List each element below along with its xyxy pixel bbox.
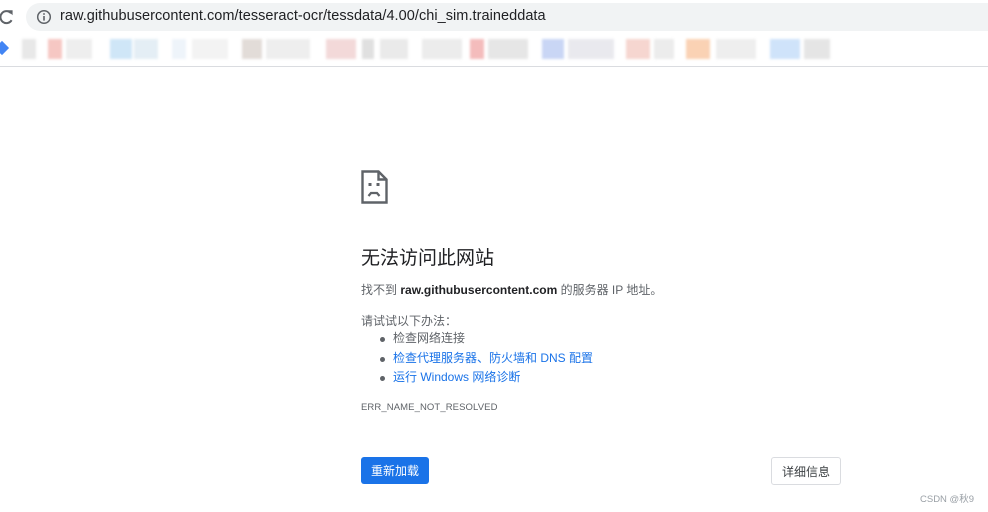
bookmark-item[interactable] [108,39,162,59]
desc-host: raw.githubusercontent.com [400,283,558,297]
sad-document-icon [361,170,388,204]
suggestions-list: 检查网络连接 检查代理服务器、防火墙和 DNS 配置 运行 Windows 网络… [361,329,593,388]
check-proxy-link[interactable]: 检查代理服务器、防火墙和 DNS 配置 [393,351,593,365]
bullet-dot [380,376,385,381]
suggestion-check-network: 检查网络连接 [361,329,593,349]
run-diagnostics-link[interactable]: 运行 Windows 网络诊断 [393,370,520,384]
error-code: ERR_NAME_NOT_RESOLVED [361,402,498,413]
toolbar-divider [0,66,988,67]
reload-button[interactable]: 重新加载 [361,457,429,484]
bookmark-item[interactable] [626,39,676,59]
watermark: CSDN @秋9 [920,494,974,505]
bookmark-item[interactable] [172,39,232,59]
bookmark-item[interactable] [542,39,616,59]
bookmark-item[interactable] [422,39,530,59]
details-button[interactable]: 详细信息 [771,457,841,485]
suggestion-check-proxy[interactable]: 检查代理服务器、防火墙和 DNS 配置 [361,349,593,369]
error-heading: 无法访问此网站 [361,248,495,269]
bookmark-item[interactable] [686,39,760,59]
suggestions-intro: 请试试以下办法： [361,314,458,328]
info-icon[interactable] [36,9,52,25]
bullet-dot [380,337,385,342]
url-text[interactable]: raw.githubusercontent.com/tesseract-ocr/… [60,8,546,24]
bookmark-item[interactable] [770,39,832,59]
desc-prefix: 找不到 [361,283,401,297]
bookmark-favicon-icon[interactable] [0,40,10,56]
bookmarks-bar [0,34,988,66]
browser-window: raw.githubusercontent.com/tesseract-ocr/… [0,0,988,512]
suggestion-label: 检查网络连接 [393,331,466,345]
browser-toolbar: raw.githubusercontent.com/tesseract-ocr/… [0,0,988,34]
desc-suffix: 的服务器 IP 地址。 [557,283,663,297]
bookmark-item[interactable] [326,39,412,59]
bookmark-item[interactable] [242,39,314,59]
reload-icon[interactable] [0,8,14,26]
bookmark-item[interactable] [16,39,96,59]
bullet-dot [380,356,385,362]
address-bar[interactable]: raw.githubusercontent.com/tesseract-ocr/… [26,3,988,31]
suggestion-run-diagnostics[interactable]: 运行 Windows 网络诊断 [361,368,593,388]
error-description: 找不到 raw.githubusercontent.com 的服务器 IP 地址… [361,281,662,298]
